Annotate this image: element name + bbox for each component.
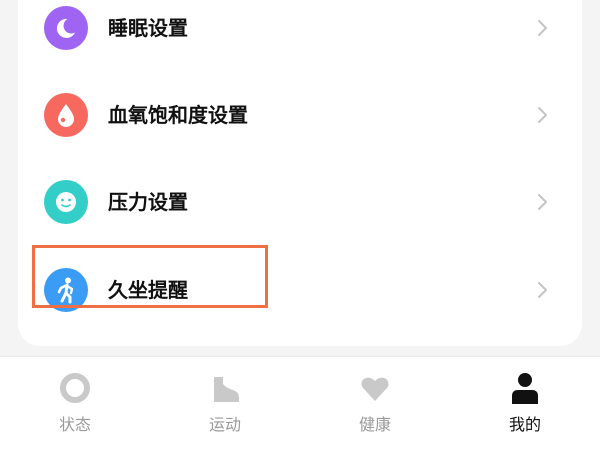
- tab-label: 我的: [508, 415, 541, 434]
- sedentary-person-icon: [44, 268, 88, 312]
- tab-label: 健康: [358, 415, 391, 434]
- settings-item-label: 久坐提醒: [108, 278, 188, 302]
- chevron-right-icon: [538, 282, 547, 298]
- blood-drop-icon: [44, 93, 88, 137]
- settings-item-sedentary-reminder[interactable]: 久坐提醒: [18, 250, 582, 330]
- smiley-face-icon: [44, 180, 88, 224]
- settings-item-label: 血氧饱和度设置: [108, 103, 248, 127]
- chevron-right-icon: [538, 20, 547, 36]
- person-icon: [512, 373, 538, 404]
- tab-label: 运动: [208, 415, 241, 434]
- tab-mine[interactable]: 我的: [450, 357, 600, 451]
- shoe-icon: [214, 377, 239, 402]
- ring-icon: [60, 373, 90, 403]
- chevron-right-icon: [538, 194, 547, 210]
- tab-exercise[interactable]: 运动: [150, 357, 300, 451]
- bottom-tab-bar: 状态 运动 健康 我的: [0, 356, 600, 451]
- heart-icon: [361, 377, 389, 401]
- settings-item-stress[interactable]: 压力设置: [18, 162, 582, 242]
- chevron-right-icon: [538, 107, 547, 123]
- tab-label: 状态: [58, 415, 91, 434]
- settings-item-label: 压力设置: [108, 190, 188, 214]
- settings-item-sleep[interactable]: 睡眠设置: [18, 0, 582, 68]
- settings-item-blood-oxygen[interactable]: 血氧饱和度设置: [18, 75, 582, 155]
- tab-health[interactable]: 健康: [300, 357, 450, 451]
- moon-icon: [44, 6, 88, 50]
- tab-status[interactable]: 状态: [0, 357, 150, 451]
- settings-item-label: 睡眠设置: [108, 16, 188, 40]
